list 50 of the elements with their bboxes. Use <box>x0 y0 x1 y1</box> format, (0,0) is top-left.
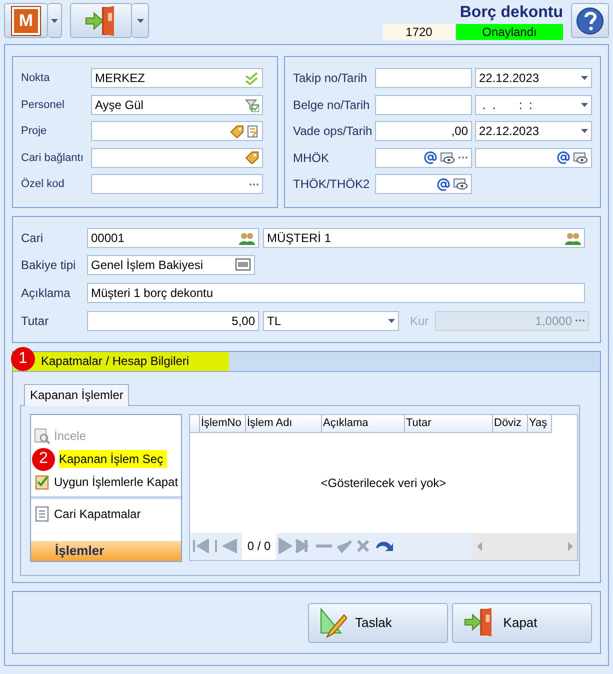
action-item[interactable]: Kapanan İşlem Seç <box>59 450 168 468</box>
input-field[interactable]: 00001 <box>87 228 259 248</box>
input-field[interactable]: Genel İşlem Bakiyesi <box>87 254 255 274</box>
field-label: THÖK/THÖK2 <box>293 177 371 191</box>
step-badge: 1 <box>11 346 35 370</box>
date-field[interactable]: . . : : <box>475 94 592 114</box>
field-label: MHÖK <box>293 150 330 164</box>
action-button[interactable]: Taslak <box>308 602 448 643</box>
status-label: Onaylandı <box>456 24 563 40</box>
field-label: Bakiye tipi <box>21 258 77 272</box>
input-field[interactable]: ,00 <box>375 121 472 141</box>
action-item[interactable]: Uygun İşlemlerle Kapat <box>54 473 182 491</box>
column-header[interactable]: Tutar <box>405 414 493 432</box>
input-field[interactable]: MÜŞTERİ 1 <box>263 228 585 248</box>
field-label: Belge no/Tarih <box>293 98 371 112</box>
column-header[interactable]: İşlem Adı <box>246 414 322 432</box>
action-item[interactable]: Cari Kapatmalar <box>54 505 145 523</box>
empty-message: <Gösterilecek veri yok> <box>320 476 446 490</box>
column-header[interactable]: İşlemNo <box>200 414 246 432</box>
amount-field[interactable]: 5,00 <box>87 310 259 330</box>
field-label: Personel <box>21 98 66 110</box>
tab[interactable]: Kapanan İşlemler <box>24 384 130 406</box>
action-button[interactable]: Kapat <box>452 602 592 643</box>
field-label: Proje <box>21 125 48 137</box>
input-field[interactable]: Ayşe Gül <box>91 94 263 114</box>
input-field[interactable]: Müşteri 1 borç dekontu <box>87 283 585 303</box>
logo: M <box>12 6 40 34</box>
field-label: Takip no/Tarih <box>293 71 368 85</box>
window-title: Borç dekontu <box>460 4 563 23</box>
menu-button[interactable]: M <box>4 3 48 38</box>
step-badge: 2 <box>32 448 55 470</box>
field-label: Kur <box>410 314 430 328</box>
field-label: Cari <box>21 231 44 245</box>
field-label: Nokta <box>21 72 51 84</box>
document-number: 1720 <box>383 24 455 40</box>
section-header[interactable]: Kapatmalar / Hesap Bilgileri <box>39 352 225 370</box>
page-counter: 0 / 0 <box>242 532 276 560</box>
column-header[interactable]: Yaş <box>528 414 552 432</box>
date-field[interactable]: 22.12.2023 <box>475 121 592 141</box>
currency-dropdown[interactable]: TL <box>263 310 399 330</box>
field-label: Vade ops/Tarih <box>293 124 372 138</box>
field-label: Açıklama <box>21 286 72 300</box>
field-label: Özel kod <box>21 178 66 190</box>
actions-footer: İşlemler <box>31 540 181 560</box>
column-header[interactable]: Döviz <box>493 414 528 432</box>
input-field[interactable]: MERKEZ <box>91 68 263 88</box>
column-header[interactable]: Açıklama <box>322 414 405 432</box>
date-field[interactable]: 22.12.2023 <box>475 68 592 88</box>
field-label: Tutar <box>21 314 50 328</box>
field-label: Cari bağlantı <box>21 152 84 164</box>
